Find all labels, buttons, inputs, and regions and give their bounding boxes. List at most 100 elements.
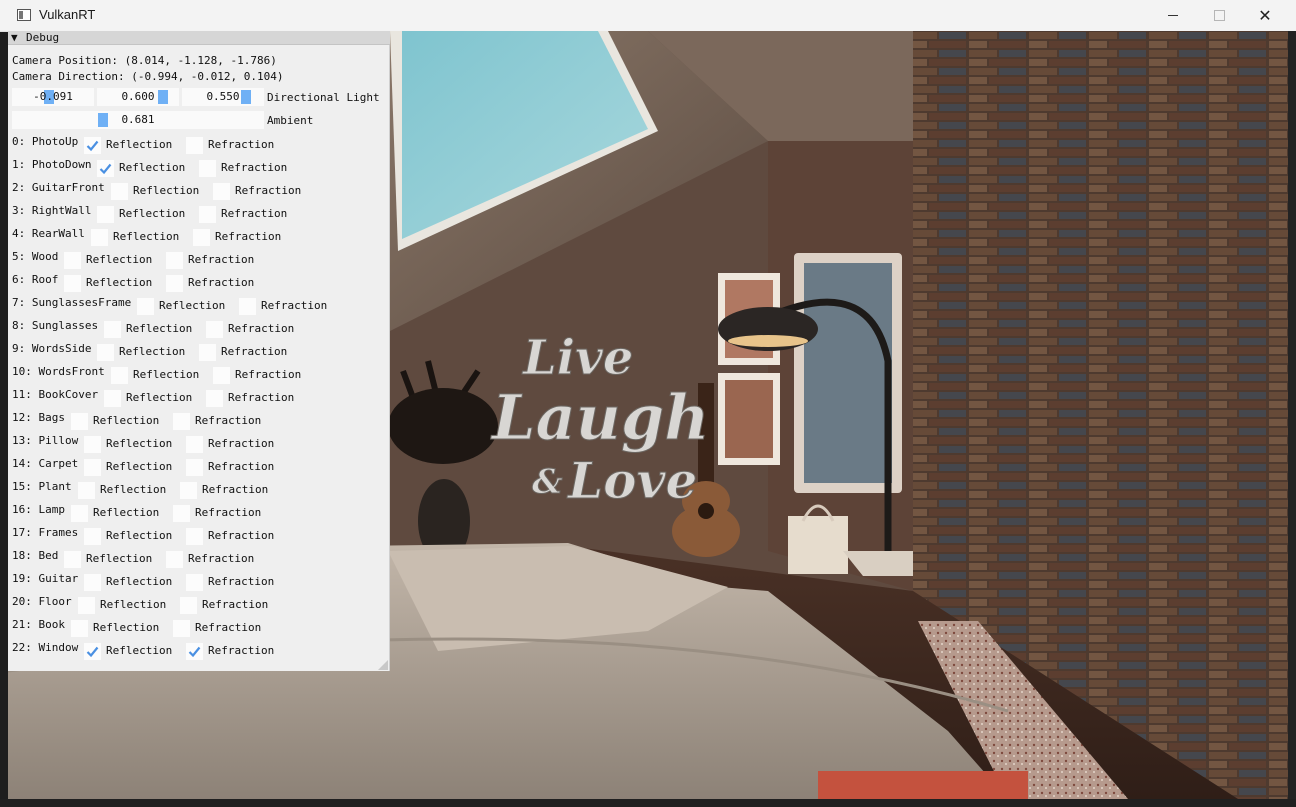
reflection-label[interactable]: Reflection (133, 184, 199, 198)
refraction-checkbox[interactable] (199, 206, 216, 223)
reflection-checkbox[interactable] (84, 528, 101, 545)
reflection-checkbox[interactable] (104, 321, 121, 338)
reflection-checkbox[interactable] (71, 620, 88, 637)
reflection-checkbox[interactable] (97, 160, 114, 177)
refraction-label[interactable]: Refraction (221, 345, 287, 359)
reflection-checkbox[interactable] (64, 551, 81, 568)
reflection-label[interactable]: Reflection (119, 345, 185, 359)
reflection-label[interactable]: Reflection (106, 138, 172, 152)
reflection-label[interactable]: Reflection (126, 391, 192, 405)
reflection-label[interactable]: Reflection (86, 552, 152, 566)
reflection-label[interactable]: Reflection (100, 598, 166, 612)
reflection-checkbox[interactable] (84, 574, 101, 591)
refraction-checkbox[interactable] (180, 482, 197, 499)
refraction-label[interactable]: Refraction (202, 598, 268, 612)
reflection-label[interactable]: Reflection (93, 506, 159, 520)
refraction-checkbox[interactable] (173, 413, 190, 430)
panel-resize-grip[interactable] (378, 660, 388, 670)
refraction-checkbox[interactable] (213, 183, 230, 200)
refraction-checkbox[interactable] (206, 390, 223, 407)
reflection-label[interactable]: Reflection (93, 414, 159, 428)
reflection-label[interactable]: Reflection (106, 460, 172, 474)
refraction-label[interactable]: Refraction (221, 161, 287, 175)
reflection-checkbox[interactable] (104, 390, 121, 407)
refraction-checkbox[interactable] (186, 528, 203, 545)
refraction-label[interactable]: Refraction (228, 391, 294, 405)
reflection-checkbox[interactable] (78, 597, 95, 614)
refraction-label[interactable]: Refraction (208, 644, 274, 658)
refraction-checkbox[interactable] (186, 574, 203, 591)
refraction-label[interactable]: Refraction (208, 138, 274, 152)
refraction-label[interactable]: Refraction (208, 575, 274, 589)
reflection-label[interactable]: Reflection (106, 644, 172, 658)
reflection-checkbox[interactable] (97, 344, 114, 361)
refraction-checkbox[interactable] (213, 367, 230, 384)
refraction-checkbox[interactable] (173, 505, 190, 522)
refraction-label[interactable]: Refraction (215, 230, 281, 244)
refraction-label[interactable]: Refraction (235, 184, 301, 198)
reflection-checkbox[interactable] (97, 206, 114, 223)
close-button[interactable]: ✕ (1242, 0, 1288, 31)
refraction-label[interactable]: Refraction (208, 437, 274, 451)
reflection-checkbox[interactable] (64, 275, 81, 292)
reflection-checkbox[interactable] (84, 436, 101, 453)
reflection-checkbox[interactable] (111, 183, 128, 200)
reflection-checkbox[interactable] (137, 298, 154, 315)
directional-light-z-slider[interactable]: 0.550 (182, 88, 264, 106)
reflection-label[interactable]: Reflection (133, 368, 199, 382)
refraction-label[interactable]: Refraction (195, 621, 261, 635)
debug-panel-header[interactable]: ▼ Debug (8, 31, 390, 45)
reflection-label[interactable]: Reflection (106, 529, 172, 543)
debug-panel[interactable]: ▼ Debug Camera Position: (8.014, -1.128,… (8, 31, 390, 671)
refraction-checkbox[interactable] (180, 597, 197, 614)
reflection-label[interactable]: Reflection (119, 207, 185, 221)
refraction-label[interactable]: Refraction (208, 529, 274, 543)
reflection-checkbox[interactable] (84, 643, 101, 660)
refraction-label[interactable]: Refraction (228, 322, 294, 336)
refraction-label[interactable]: Refraction (188, 253, 254, 267)
reflection-label[interactable]: Reflection (159, 299, 225, 313)
reflection-checkbox[interactable] (84, 459, 101, 476)
reflection-checkbox[interactable] (71, 413, 88, 430)
refraction-checkbox[interactable] (239, 298, 256, 315)
refraction-checkbox[interactable] (186, 643, 203, 660)
reflection-checkbox[interactable] (84, 137, 101, 154)
reflection-label[interactable]: Reflection (106, 437, 172, 451)
refraction-label[interactable]: Refraction (261, 299, 327, 313)
reflection-label[interactable]: Reflection (86, 253, 152, 267)
maximize-button[interactable] (1196, 0, 1242, 31)
refraction-label[interactable]: Refraction (188, 276, 254, 290)
minimize-button[interactable] (1150, 0, 1196, 31)
refraction-checkbox[interactable] (206, 321, 223, 338)
ambient-slider[interactable]: 0.681 (12, 111, 264, 129)
collapse-arrow-icon[interactable]: ▼ (11, 31, 18, 44)
directional-light-x-slider[interactable]: -0.091 (12, 88, 94, 106)
refraction-checkbox[interactable] (166, 275, 183, 292)
reflection-label[interactable]: Reflection (126, 322, 192, 336)
reflection-checkbox[interactable] (91, 229, 108, 246)
refraction-checkbox[interactable] (166, 252, 183, 269)
refraction-label[interactable]: Refraction (188, 552, 254, 566)
reflection-checkbox[interactable] (64, 252, 81, 269)
refraction-checkbox[interactable] (186, 459, 203, 476)
refraction-label[interactable]: Refraction (195, 414, 261, 428)
directional-light-y-slider[interactable]: 0.600 (97, 88, 179, 106)
refraction-label[interactable]: Refraction (202, 483, 268, 497)
reflection-checkbox[interactable] (111, 367, 128, 384)
refraction-checkbox[interactable] (199, 344, 216, 361)
refraction-checkbox[interactable] (186, 436, 203, 453)
refraction-checkbox[interactable] (186, 137, 203, 154)
reflection-label[interactable]: Reflection (86, 276, 152, 290)
refraction-label[interactable]: Refraction (208, 460, 274, 474)
reflection-label[interactable]: Reflection (93, 621, 159, 635)
refraction-label[interactable]: Refraction (235, 368, 301, 382)
reflection-label[interactable]: Reflection (119, 161, 185, 175)
reflection-label[interactable]: Reflection (100, 483, 166, 497)
reflection-checkbox[interactable] (78, 482, 95, 499)
refraction-label[interactable]: Refraction (195, 506, 261, 520)
refraction-checkbox[interactable] (166, 551, 183, 568)
reflection-checkbox[interactable] (71, 505, 88, 522)
refraction-checkbox[interactable] (199, 160, 216, 177)
reflection-label[interactable]: Reflection (106, 575, 172, 589)
reflection-label[interactable]: Reflection (113, 230, 179, 244)
